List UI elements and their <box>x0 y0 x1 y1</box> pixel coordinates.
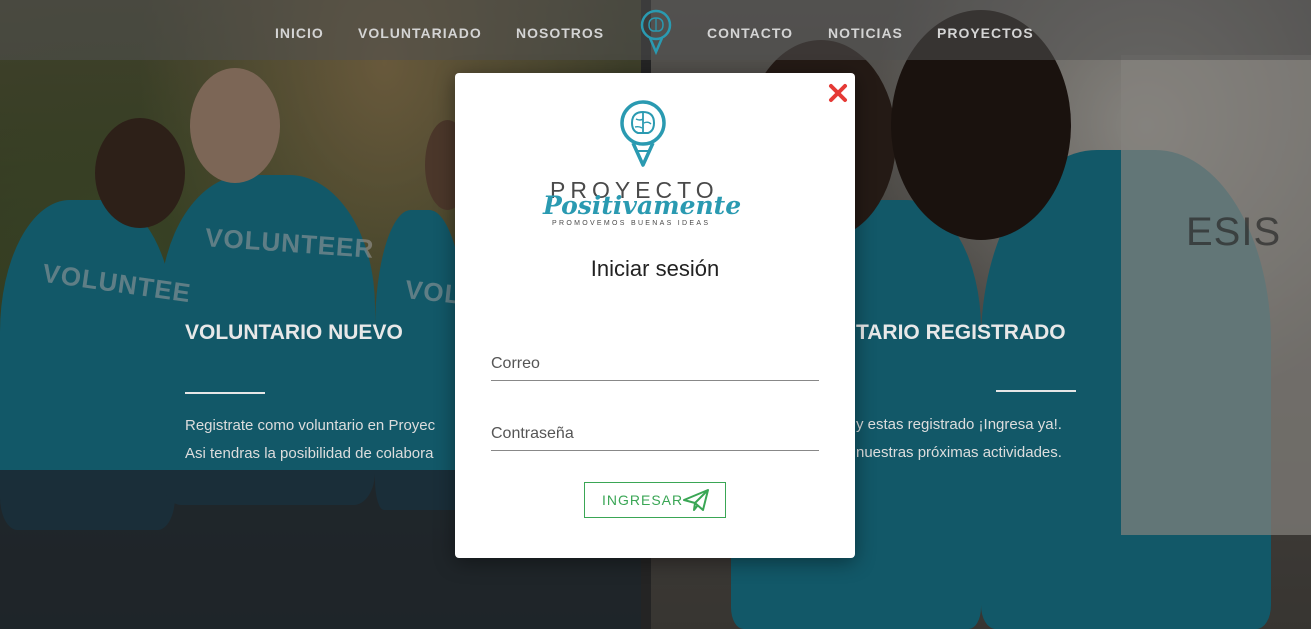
left-panel-text: Registrate como voluntario en Proyec Asi… <box>185 412 435 468</box>
left-panel-text-line: Asi tendras la posibilidad de colabora <box>185 445 434 462</box>
nav-link-noticias[interactable]: NOTICIAS <box>828 25 903 41</box>
nav-link-contacto[interactable]: CONTACTO <box>707 25 793 41</box>
lightbulb-brain-icon[interactable] <box>639 8 673 58</box>
right-panel-text-line: nuestras próximas actividades. <box>856 444 1062 461</box>
paper-plane-icon <box>683 489 710 511</box>
login-modal: PROYECTO Positivamente PROMOVEMOS BUENAS… <box>455 73 855 558</box>
right-panel-divider <box>996 390 1076 392</box>
nav-link-proyectos[interactable]: PROYECTOS <box>937 25 1034 41</box>
logo-wordmark-positivamente: Positivamente <box>543 191 742 220</box>
login-submit-button[interactable]: INGRESAR <box>584 482 726 518</box>
lightbulb-brain-icon <box>620 100 666 167</box>
login-submit-label: INGRESAR <box>602 492 684 508</box>
left-panel-text-line: Registrate como voluntario en Proyec <box>185 417 436 434</box>
nav-link-inicio[interactable]: INICIO <box>275 25 324 41</box>
nav-link-voluntariado[interactable]: VOLUNTARIADO <box>358 25 482 41</box>
top-navigation: INICIO VOLUNTARIADO NOSOTROS CONTACTO NO… <box>0 0 1311 60</box>
right-panel-title: TARIO REGISTRADO <box>856 321 1066 344</box>
close-icon[interactable] <box>828 83 848 103</box>
modal-title: Iniciar sesión <box>590 256 720 281</box>
logo-tagline: PROMOVEMOS BUENAS IDEAS <box>552 220 711 227</box>
left-panel-title: VOLUNTARIO NUEVO <box>185 321 403 344</box>
nav-link-nosotros[interactable]: NOSOTROS <box>516 25 604 41</box>
right-panel-text-line: y estas registrado ¡Ingresa ya!. <box>856 416 1062 433</box>
left-panel-divider <box>185 392 265 394</box>
email-field[interactable] <box>491 351 819 381</box>
right-panel-text: y estas registrado ¡Ingresa ya!. nuestra… <box>856 411 1062 467</box>
password-field[interactable] <box>491 421 819 451</box>
